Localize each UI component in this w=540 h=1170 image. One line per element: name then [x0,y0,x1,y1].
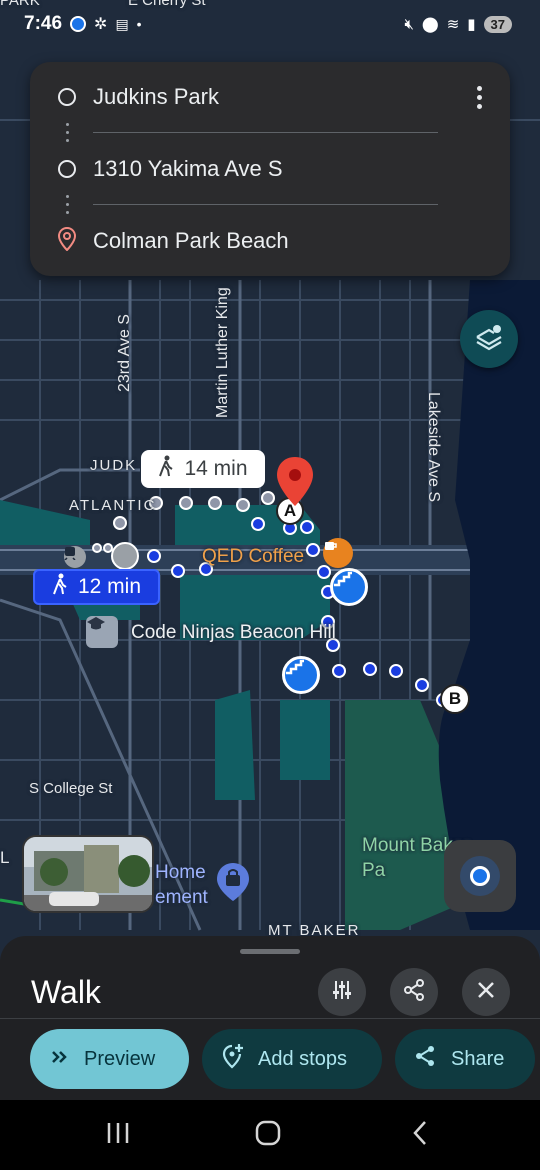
walk-icon [158,455,174,483]
poi-code-ninjas-label[interactable]: Code Ninjas Beacon Hill [131,622,336,644]
status-bar: 7:46 ✲ ▤ • 🔇︎ ⬤ ≋ ▮ 37 [0,0,540,48]
area-label-atlantic: ATLANTIC [69,497,157,514]
stop-row-destination[interactable]: Colman Park Beach [30,216,510,266]
alt-route-badge[interactable]: 14 min [141,450,265,488]
stairs-icon[interactable] [330,568,368,606]
connector-dots [66,123,69,142]
dot-icon: • [136,16,142,32]
street-label-23rd: 23rd Ave S [116,314,133,392]
status-time: 7:46 [24,13,63,34]
street-label-lakeside: Lakeside Ave S [425,392,442,503]
street-view-thumbnail[interactable] [22,835,154,913]
walk-icon [52,573,68,601]
network-icon: ✲ [94,16,108,33]
stop-row-waypoint[interactable]: 1310 Yakima Ave S [30,144,510,194]
stop-label-origin[interactable]: Judkins Park [93,84,219,110]
location-icon: ⬤ [421,16,439,33]
area-label-judkins: JUDK [90,457,138,474]
coffee-icon[interactable] [323,538,353,568]
preview-label: Preview [84,1047,156,1070]
origin-circle-icon [58,88,76,106]
route-options-button[interactable] [318,968,366,1016]
divider [0,1018,540,1019]
tune-icon [331,979,353,1006]
stop-label-destination[interactable]: Colman Park Beach [93,228,289,254]
home-button[interactable] [248,1118,288,1152]
add-stops-button[interactable]: Add stops [202,1029,382,1089]
transit-icon[interactable] [64,546,86,568]
waypoint-circle-icon [58,160,76,178]
poi-qed-coffee-label[interactable]: QED Coffee [202,546,304,568]
layers-button[interactable] [460,310,518,368]
preview-button[interactable]: Preview [30,1029,189,1089]
wifi-icon: ≋ [446,16,460,33]
close-button[interactable] [462,968,510,1016]
divider [93,132,438,133]
travel-mode-title: Walk [31,974,101,1010]
message-icon: ▤ [115,15,129,32]
home-icon [255,1120,281,1151]
bottom-sheet: Walk Preview Add stops Share [0,936,540,1100]
school-icon[interactable] [86,616,118,648]
share-round-button[interactable] [390,968,438,1016]
my-location-button[interactable] [444,840,516,912]
place-pin-icon [57,226,77,256]
signal-icon: ▮ [467,16,476,33]
maps-screen: E Cherry St PARK 23rd Ave S Martin Luthe… [0,0,540,1170]
stop-label-waypoint[interactable]: 1310 Yakima Ave S [93,156,283,182]
directions-card: Judkins Park 1310 Yakima Ave S Colman Pa… [30,62,510,276]
add-stops-label: Add stops [258,1047,347,1070]
share-icon [413,1044,437,1074]
add-location-icon [220,1043,244,1075]
place-label-partial: Home ement [155,862,208,908]
stairs-icon[interactable] [282,656,320,694]
divider [93,204,438,205]
layers-icon [474,322,504,357]
back-icon [411,1120,429,1151]
share-label: Share [451,1047,505,1070]
map-edge-label: L [0,848,10,867]
street-label-college: S College St [29,780,113,797]
back-button[interactable] [400,1118,440,1152]
mute-icon: 🔇︎ [404,15,414,33]
chevron-double-right-icon [50,1048,70,1071]
sheet-drag-handle[interactable] [240,949,300,954]
connector-dots [66,195,69,214]
street-label-mlk: Martin Luther King [214,287,231,418]
alt-route-duration: 14 min [184,457,248,480]
share-icon [403,978,425,1006]
recents-icon [105,1121,131,1150]
share-button[interactable]: Share [395,1029,535,1089]
end-marker[interactable]: B [440,684,470,714]
primary-route-duration: 12 min [77,575,142,598]
stop-row-origin[interactable]: Judkins Park [30,72,510,122]
shopping-pin-icon[interactable] [216,862,250,902]
close-icon [476,980,496,1005]
more-icon[interactable] [477,86,482,109]
battery-icon: 37 [483,15,512,33]
primary-route-badge[interactable]: 12 min [33,569,160,605]
my-location-icon [470,866,490,886]
system-nav-bar [0,1100,540,1170]
recents-button[interactable] [98,1118,138,1152]
app-notification-icon [70,16,87,32]
